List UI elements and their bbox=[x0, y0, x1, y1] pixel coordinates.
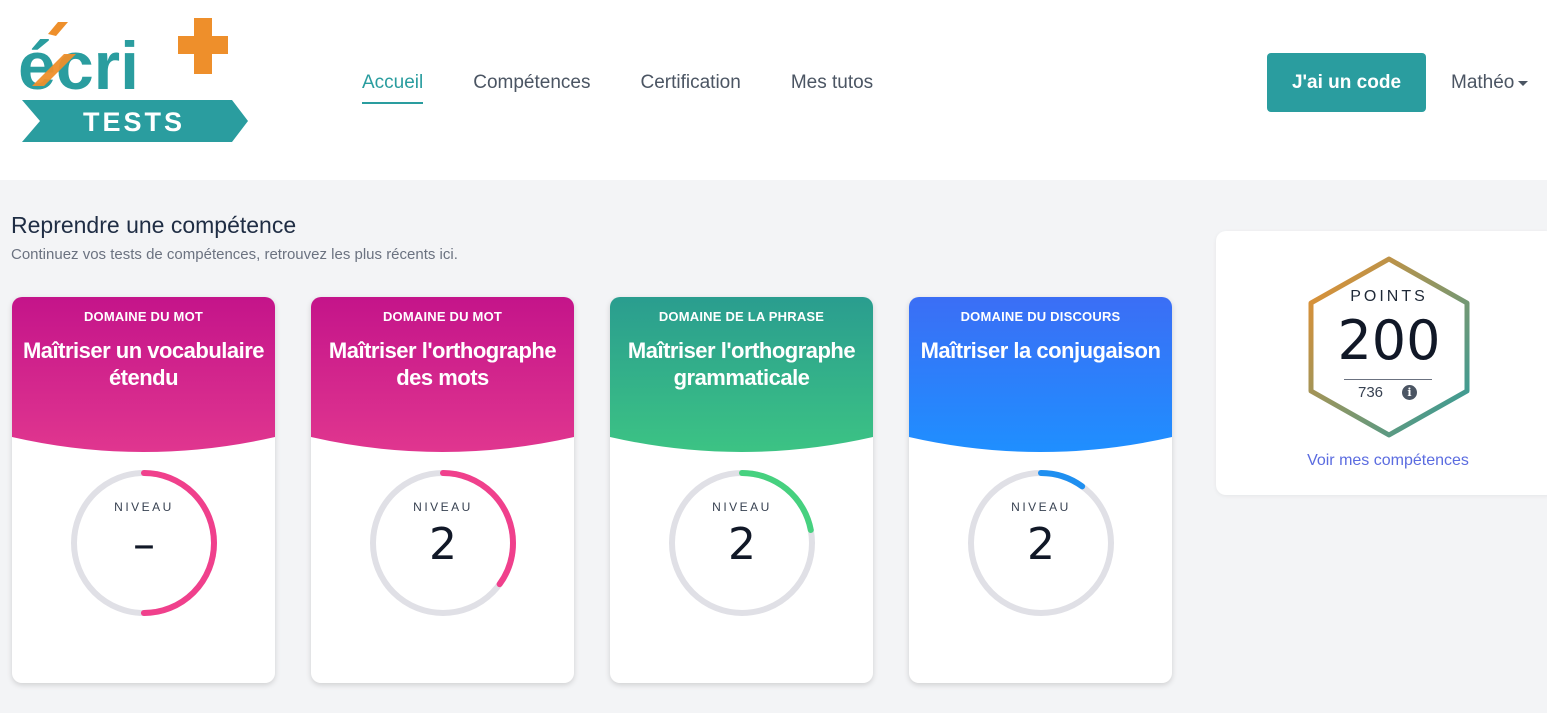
nav-mes-tutos[interactable]: Mes tutos bbox=[791, 70, 873, 104]
points-divider bbox=[1344, 379, 1432, 380]
user-menu[interactable]: Mathéo bbox=[1451, 70, 1529, 96]
top-header: écri TESTS Accueil Compétences Certifica… bbox=[0, 0, 1547, 180]
card-domain: DOMAINE DU MOT bbox=[83, 309, 204, 324]
chevron-down-icon bbox=[1518, 80, 1529, 86]
main-navigation: Accueil Compétences Certification Mes tu… bbox=[362, 70, 873, 104]
skill-card[interactable]: DOMAINE DU MOT Maîtriser un vocabulaire ét… bbox=[12, 297, 275, 683]
level-value: 2 bbox=[728, 519, 756, 570]
nav-accueil[interactable]: Accueil bbox=[362, 70, 424, 104]
card-title: Maîtriser un vocabulaire étendu bbox=[22, 338, 265, 390]
skill-card[interactable]: DOMAINE DE LA PHRASE Maîtriser l'orthogra… bbox=[610, 297, 873, 683]
card-title: Maîtriser l'orthographe grammaticale bbox=[627, 338, 856, 390]
level-value: – bbox=[133, 519, 155, 570]
points-total: 736 bbox=[1358, 384, 1384, 401]
level-ring: NIVEAU 2 bbox=[666, 467, 818, 619]
card-domain: DOMAINE DU MOT bbox=[382, 309, 503, 324]
points-value: 200 bbox=[1337, 309, 1441, 372]
ecri-plus-tests-logo[interactable]: écri TESTS bbox=[18, 14, 250, 144]
jai-un-code-button[interactable]: J'ai un code bbox=[1267, 53, 1426, 112]
level-value: 2 bbox=[429, 519, 457, 570]
points-label: POINTS bbox=[1350, 288, 1428, 305]
level-ring: NIVEAU 2 bbox=[965, 467, 1117, 619]
level-ring: NIVEAU – bbox=[68, 467, 220, 619]
level-label: NIVEAU bbox=[114, 500, 174, 514]
card-domain: DOMAINE DE LA PHRASE bbox=[658, 309, 825, 324]
card-header: DOMAINE DU MOT Maîtriser un vocabulaire ét… bbox=[12, 297, 275, 457]
skill-card[interactable]: DOMAINE DU MOT Maîtriser l'orthographe des… bbox=[311, 297, 574, 683]
svg-text:écri: écri bbox=[18, 28, 139, 104]
nav-competences[interactable]: Compétences bbox=[473, 70, 590, 104]
points-panel: POINTS 200 736 i Voir mes compétences bbox=[1216, 231, 1547, 495]
level-label: NIVEAU bbox=[712, 500, 772, 514]
voir-mes-competences-link[interactable]: Voir mes compétences bbox=[1216, 452, 1547, 470]
level-label: NIVEAU bbox=[413, 500, 473, 514]
svg-text:TESTS: TESTS bbox=[83, 107, 185, 137]
skill-card[interactable]: DOMAINE DU DISCOURS Maîtriser la conjugai… bbox=[909, 297, 1172, 683]
nav-certification[interactable]: Certification bbox=[640, 70, 740, 104]
section-subtitle: Continuez vos tests de compétences, retr… bbox=[11, 246, 458, 263]
card-title: Maîtriser la conjugaison bbox=[920, 338, 1161, 363]
card-domain: DOMAINE DU DISCOURS bbox=[960, 309, 1121, 324]
level-value: 2 bbox=[1027, 519, 1055, 570]
user-name: Mathéo bbox=[1451, 72, 1515, 93]
card-header: DOMAINE DU DISCOURS Maîtriser la conjugai… bbox=[909, 297, 1172, 457]
card-header: DOMAINE DU MOT Maîtriser l'orthographe des… bbox=[311, 297, 574, 457]
level-ring: NIVEAU 2 bbox=[367, 467, 519, 619]
section-title: Reprendre une compétence bbox=[11, 212, 297, 238]
info-icon[interactable]: i bbox=[1402, 385, 1417, 400]
card-title: Maîtriser l'orthographe des mots bbox=[328, 338, 557, 390]
level-label: NIVEAU bbox=[1011, 500, 1071, 514]
card-header: DOMAINE DE LA PHRASE Maîtriser l'orthogra… bbox=[610, 297, 873, 457]
